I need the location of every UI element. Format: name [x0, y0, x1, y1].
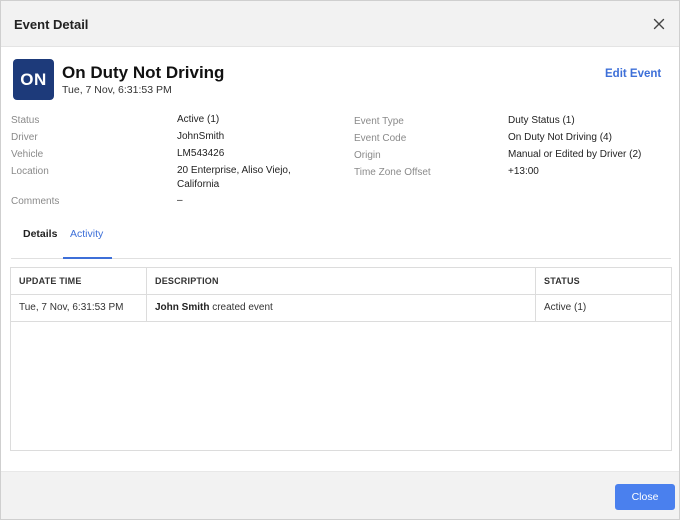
- status-label: Status: [11, 115, 40, 126]
- close-icon[interactable]: [649, 14, 669, 34]
- driver-label: Driver: [11, 132, 38, 143]
- actor-name: John Smith: [155, 302, 210, 313]
- column-header-update-time[interactable]: UPDATE TIME: [11, 268, 147, 294]
- event-timestamp: Tue, 7 Nov, 6:31:53 PM: [62, 84, 172, 96]
- status-cell: Active (1): [544, 302, 587, 313]
- column-header-status[interactable]: STATUS: [536, 268, 671, 294]
- column-header-description[interactable]: DESCRIPTION: [147, 268, 536, 294]
- activity-table: UPDATE TIME DESCRIPTION STATUS Tue, 7 No…: [10, 267, 672, 451]
- comments-value: –: [177, 195, 183, 206]
- event-code-label: Event Code: [354, 133, 407, 144]
- detail-tabs: Details Activity: [11, 223, 671, 259]
- action-text: created event: [209, 302, 273, 313]
- comments-label: Comments: [11, 196, 60, 207]
- edit-event-link[interactable]: Edit Event: [605, 68, 661, 80]
- event-code-value: On Duty Not Driving (4): [508, 132, 612, 143]
- time-zone-offset-value: +13:00: [508, 166, 539, 177]
- status-value: Active (1): [177, 114, 220, 125]
- dialog-header: Event Detail: [1, 1, 679, 47]
- origin-label: Origin: [354, 150, 381, 161]
- update-time-cell: Tue, 7 Nov, 6:31:53 PM: [19, 302, 124, 313]
- event-type-value: Duty Status (1): [508, 115, 575, 126]
- dialog-footer: Close: [1, 471, 679, 519]
- location-value: 20 Enterprise, Aliso Viejo, California: [177, 165, 291, 190]
- dialog-title: Event Detail: [14, 17, 89, 32]
- event-detail-dialog: Event Detail ON On Duty Not Driving Tue,…: [0, 0, 680, 520]
- close-button[interactable]: Close: [615, 484, 675, 510]
- origin-value: Manual or Edited by Driver (2): [508, 149, 642, 160]
- location-label: Location: [11, 166, 49, 177]
- duty-status-badge: ON: [13, 59, 54, 100]
- time-zone-offset-label: Time Zone Offset: [354, 167, 431, 178]
- tab-activity[interactable]: Activity: [63, 223, 112, 259]
- vehicle-label: Vehicle: [11, 149, 44, 160]
- driver-value: JohnSmith: [177, 131, 225, 142]
- tab-details[interactable]: Details: [23, 223, 57, 259]
- event-type-label: Event Type: [354, 116, 404, 127]
- table-row[interactable]: Tue, 7 Nov, 6:31:53 PM John Smith create…: [11, 295, 671, 322]
- vehicle-value: LM543426: [177, 148, 225, 159]
- table-header: UPDATE TIME DESCRIPTION STATUS: [11, 268, 671, 295]
- description-cell: John Smith created event: [147, 295, 273, 321]
- event-title: On Duty Not Driving: [62, 63, 225, 82]
